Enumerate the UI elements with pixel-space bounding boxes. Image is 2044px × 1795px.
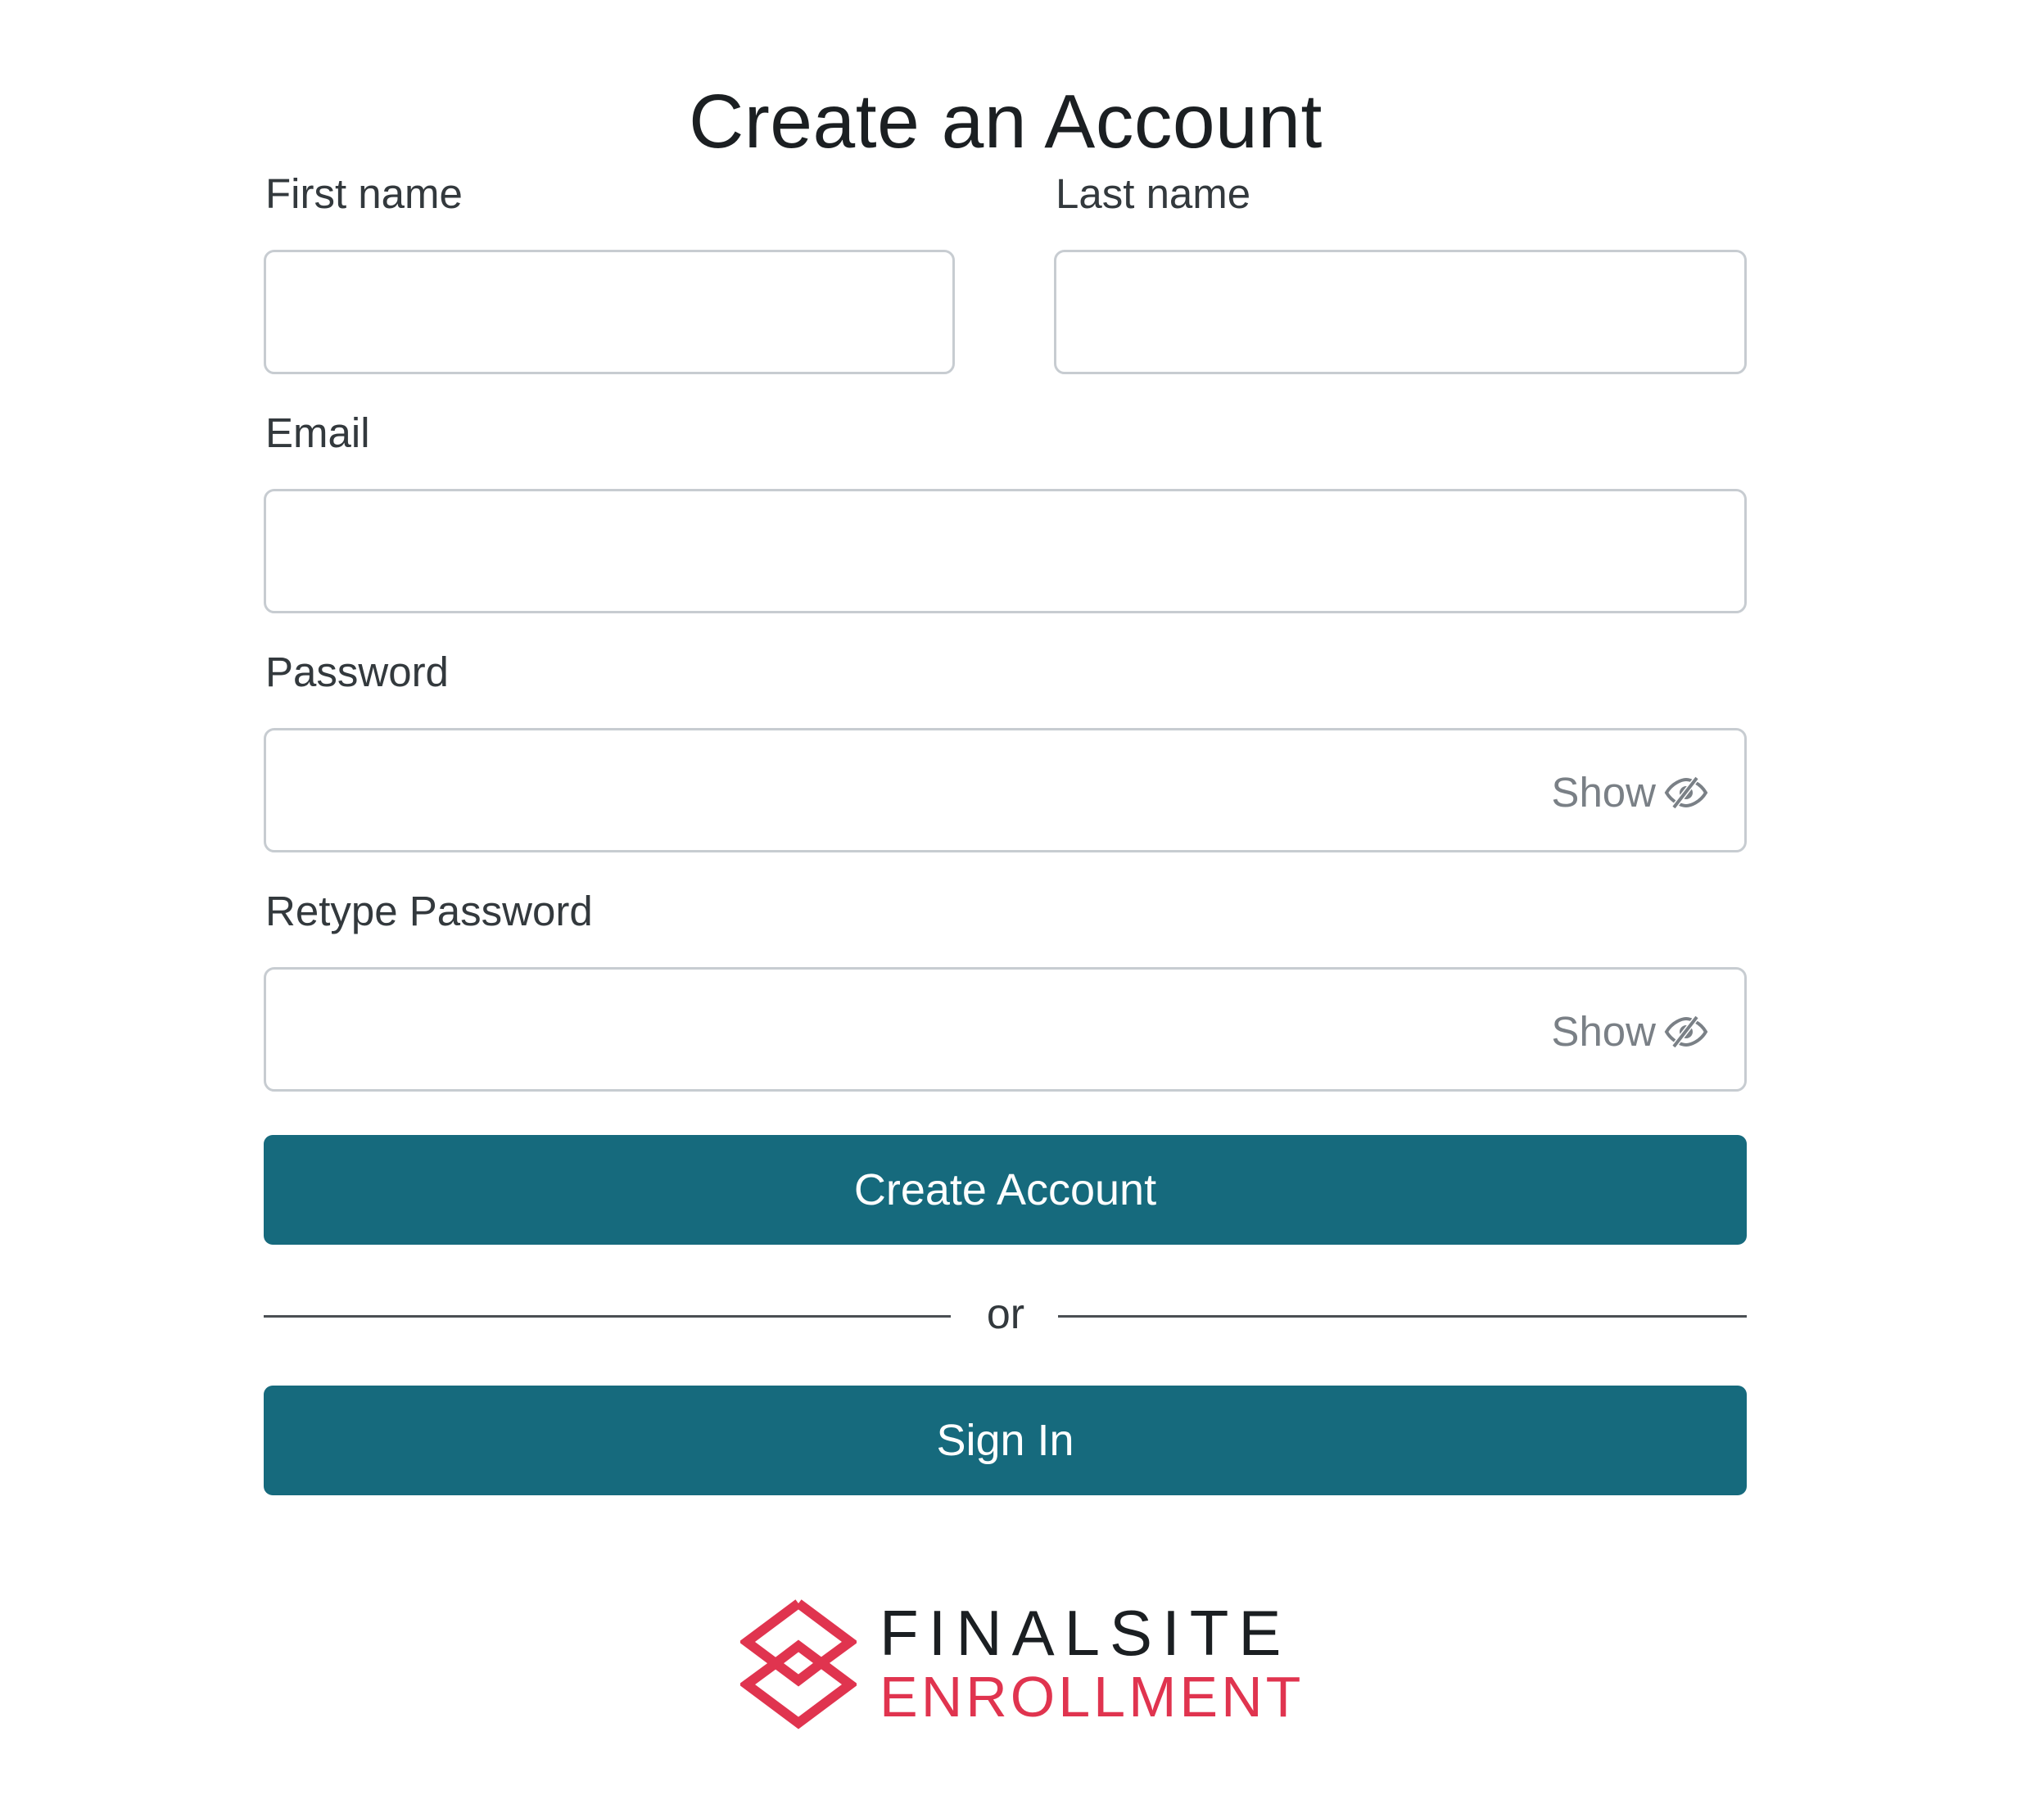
retype-password-input[interactable] [266,970,1744,1089]
divider-line-left [264,1315,951,1318]
retype-password-show-toggle[interactable]: Show [1551,1006,1708,1058]
password-field[interactable]: Show [264,728,1747,852]
logo-text-enrollment: ENROLLMENT [880,1665,1305,1729]
email-input[interactable] [266,491,1744,611]
first-name-input[interactable] [266,252,952,372]
sign-in-button[interactable]: Sign In [264,1386,1747,1495]
last-name-field[interactable] [1054,250,1747,374]
last-name-input[interactable] [1056,252,1744,372]
retype-password-show-label: Show [1551,1008,1656,1055]
email-field[interactable] [264,489,1747,613]
last-name-label: Last name [1056,170,1251,217]
logo-text-finalsite: FINALSITE [880,1597,1291,1669]
finalsite-diamond-logo-icon [738,1597,859,1729]
password-input[interactable] [266,730,1744,850]
eye-slash-icon [1664,776,1708,809]
divider-or-text: or [986,1291,1025,1338]
divider-line-right [1058,1315,1747,1318]
page-title: Create an Account [689,79,1323,165]
password-show-label: Show [1551,769,1656,816]
password-label: Password [265,649,449,695]
first-name-field[interactable] [264,250,955,374]
retype-password-label: Retype Password [265,888,593,934]
password-show-toggle[interactable]: Show [1551,766,1708,819]
first-name-label: First name [265,170,463,217]
email-label: Email [265,409,370,456]
retype-password-field[interactable]: Show [264,967,1747,1092]
finalsite-enrollment-logo: FINALSITE ENROLLMENT [738,1597,1300,1736]
eye-slash-icon [1664,1015,1708,1048]
create-account-button[interactable]: Create Account [264,1135,1747,1245]
